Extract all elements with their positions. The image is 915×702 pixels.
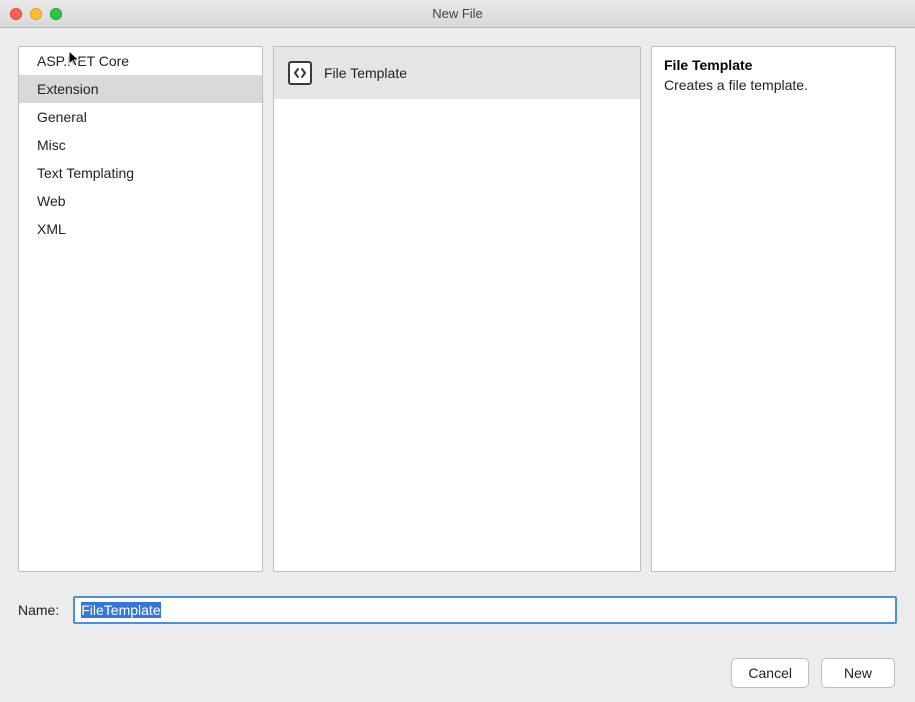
description-title: File Template — [664, 57, 883, 73]
close-icon[interactable] — [10, 8, 22, 20]
cancel-button[interactable]: Cancel — [731, 658, 809, 688]
description-text: Creates a file template. — [664, 77, 883, 93]
titlebar: New File — [0, 0, 915, 28]
template-list: File Template — [273, 46, 641, 572]
maximize-icon[interactable] — [50, 8, 62, 20]
template-label: File Template — [324, 65, 407, 81]
dialog-content: ASP.NET Core Extension General Misc Text… — [0, 28, 915, 702]
category-aspnet-core[interactable]: ASP.NET Core — [19, 47, 262, 75]
category-misc[interactable]: Misc — [19, 131, 262, 159]
description-panel: File Template Creates a file template. — [651, 46, 896, 572]
window-controls — [10, 8, 62, 20]
name-input[interactable] — [73, 596, 897, 624]
name-label: Name: — [18, 602, 59, 618]
window-title: New File — [0, 6, 915, 21]
new-button[interactable]: New — [821, 658, 895, 688]
minimize-icon[interactable] — [30, 8, 42, 20]
category-list: ASP.NET Core Extension General Misc Text… — [18, 46, 263, 572]
name-row: Name: — [18, 596, 897, 624]
code-file-icon — [288, 61, 312, 85]
category-text-templating[interactable]: Text Templating — [19, 159, 262, 187]
category-general[interactable]: General — [19, 103, 262, 131]
panels: ASP.NET Core Extension General Misc Text… — [18, 46, 897, 572]
category-web[interactable]: Web — [19, 187, 262, 215]
template-file-template[interactable]: File Template — [274, 47, 640, 99]
category-xml[interactable]: XML — [19, 215, 262, 243]
category-extension[interactable]: Extension — [19, 75, 262, 103]
button-row: Cancel New — [18, 658, 897, 688]
